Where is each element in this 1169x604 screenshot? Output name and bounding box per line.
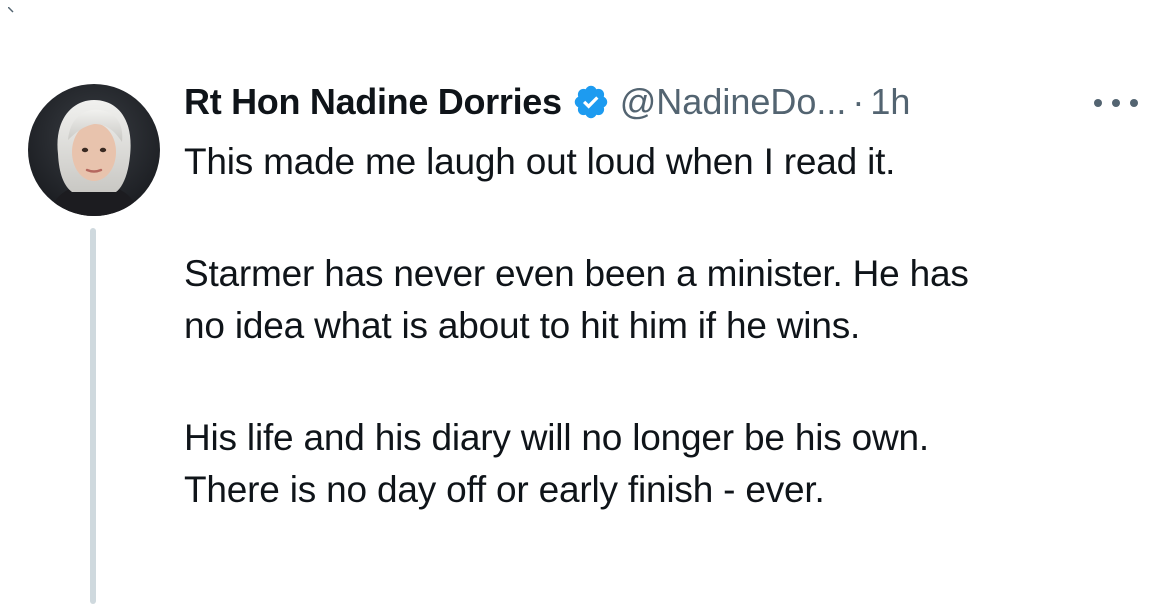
tweet: Rt Hon Nadine Dorries @NadineDo... · 1h …: [0, 0, 1169, 604]
timestamp[interactable]: 1h: [870, 81, 910, 123]
author-name[interactable]: Rt Hon Nadine Dorries: [184, 81, 562, 123]
more-dot: [1112, 99, 1120, 107]
tweet-text: This made me laugh out loud when I read …: [184, 136, 1154, 516]
tweet-header: Rt Hon Nadine Dorries @NadineDo... · 1h: [184, 78, 910, 126]
avatar[interactable]: [28, 84, 160, 216]
more-dot: [1094, 99, 1102, 107]
corner-mark: [7, 0, 14, 13]
verified-badge-icon: [572, 83, 610, 121]
tweet-line: This made me laugh out loud when I read …: [184, 141, 896, 182]
separator-dot: ·: [852, 81, 865, 122]
more-options-icon[interactable]: [1094, 90, 1138, 116]
thread-line: [90, 228, 96, 604]
author-handle[interactable]: @NadineDo...: [620, 81, 847, 123]
tweet-line: Starmer has never even been a minister. …: [184, 253, 969, 294]
tweet-line: no idea what is about to hit him if he w…: [184, 305, 861, 346]
tweet-line: There is no day off or early finish - ev…: [184, 469, 825, 510]
more-dot: [1130, 99, 1138, 107]
tweet-line: His life and his diary will no longer be…: [184, 417, 929, 458]
